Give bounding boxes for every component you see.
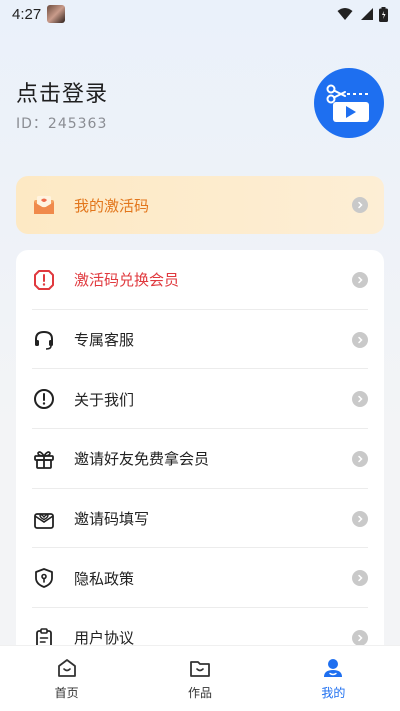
my-activation-code-card[interactable]: 我的激活码 [16,176,384,234]
menu-item-customer-service[interactable]: 专属客服 [16,310,384,370]
chevron-right-icon [352,570,368,587]
battery-icon [379,6,388,22]
menu-item-label: 隐私政策 [74,569,135,588]
menu-item-label: 激活码兑换会员 [74,271,180,290]
user-id-label: ID： [16,116,48,132]
chevron-right-icon [352,271,368,288]
mail-heart-icon [32,507,56,531]
status-bar: 4:27 [0,0,400,28]
headset-icon [32,328,56,352]
my-activation-code-label: 我的激活码 [74,196,150,215]
home-icon [55,656,79,680]
user-id: ID：245363 [16,113,107,133]
menu-item-enter-invite-code[interactable]: 邀请码填写 [16,489,384,549]
settings-menu: 激活码兑换会员 专属客服 关于我们 邀请好友免费拿会员 邀请码填写 隐私政策 用… [16,250,384,670]
menu-item-invite-friends[interactable]: 邀请好友免费拿会员 [16,429,384,489]
menu-item-label: 邀请好友免费拿会员 [74,450,210,469]
notification-avatar-icon [47,5,66,23]
menu-item-privacy-policy[interactable]: 隐私政策 [16,548,384,608]
info-circle-icon [32,387,56,411]
user-id-value: 245363 [47,116,108,132]
menu-item-label: 邀请码填写 [74,510,150,529]
menu-item-about-us[interactable]: 关于我们 [16,369,384,429]
app-logo-icon [314,68,384,138]
status-icons [337,6,388,22]
tab-home[interactable]: 首页 [0,646,133,711]
shield-alert-icon [32,268,56,292]
status-time: 4:27 [12,5,42,23]
tab-mine[interactable]: 我的 [267,646,400,711]
tab-works-label: 作品 [187,686,212,700]
tab-works[interactable]: 作品 [133,646,266,711]
chevron-right-icon [352,391,368,408]
chevron-right-icon [352,629,368,646]
menu-item-redeem-membership[interactable]: 激活码兑换会员 [16,250,384,310]
wifi-icon [337,8,353,20]
tab-home-label: 首页 [54,686,79,700]
login-button[interactable]: 点击登录 [16,76,108,108]
tab-mine-label: 我的 [321,686,346,700]
envelope-icon [32,193,56,217]
privacy-shield-icon [32,566,56,590]
chevron-right-icon [352,331,368,348]
chevron-right-icon [352,450,368,467]
folder-icon [188,656,212,680]
user-icon [321,656,345,680]
bottom-nav: 首页 作品 我的 [0,645,400,711]
chevron-right-icon [352,197,368,213]
signal-icon [361,8,373,20]
chevron-right-icon [352,510,368,527]
menu-item-label: 专属客服 [74,331,135,350]
menu-item-label: 关于我们 [74,390,135,409]
gift-icon [32,447,56,471]
